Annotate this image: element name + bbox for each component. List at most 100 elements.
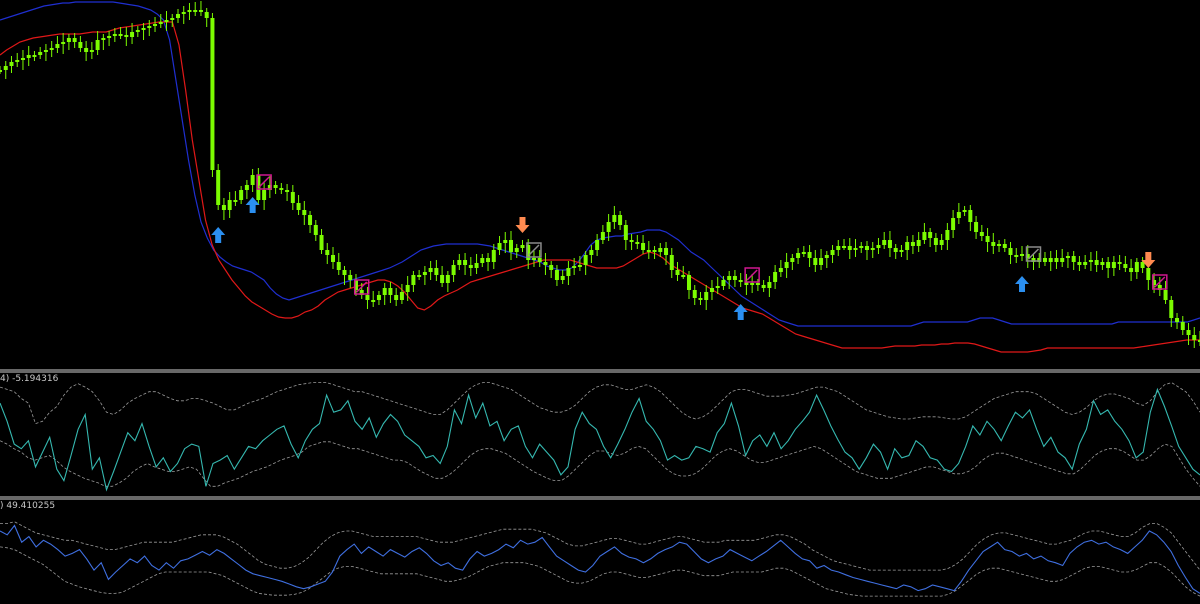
candle-body	[991, 242, 996, 246]
candle-body	[336, 262, 341, 270]
candle-body	[1129, 268, 1134, 272]
candle-body	[939, 240, 944, 245]
candle-body	[658, 248, 663, 252]
candle-body	[767, 282, 772, 288]
candle-body	[543, 262, 548, 265]
candle-body	[1180, 322, 1185, 330]
candle-body	[951, 218, 956, 230]
candle-body	[595, 240, 600, 250]
candle-body	[692, 290, 697, 298]
candle-body	[922, 232, 927, 240]
candle-body	[1054, 258, 1059, 262]
candle-body	[974, 222, 979, 232]
candle-body	[623, 225, 628, 240]
candle-body	[681, 275, 686, 277]
candle-body	[302, 210, 307, 215]
candle-body	[95, 40, 100, 50]
candle-body	[417, 275, 422, 277]
candle-body	[193, 10, 198, 12]
candle-body	[933, 238, 938, 245]
candle-body	[1117, 262, 1122, 264]
candle-body	[870, 248, 875, 250]
candle-body	[606, 222, 611, 232]
candle-body	[583, 255, 588, 265]
candle-body	[796, 253, 801, 258]
candle-body	[669, 255, 674, 270]
candle-body	[887, 240, 892, 248]
candle-body	[882, 240, 887, 245]
candle-body	[997, 244, 1002, 246]
candle-body	[784, 262, 789, 268]
candle-body	[577, 265, 582, 267]
candle-body	[847, 246, 852, 250]
candle-body	[864, 246, 869, 250]
candle-body	[331, 255, 336, 262]
candle-body	[738, 280, 743, 282]
candle-body	[153, 24, 158, 26]
candle-body	[1065, 256, 1070, 258]
candle-body	[503, 240, 508, 243]
candle-body	[468, 265, 473, 268]
candle-body	[285, 190, 290, 192]
candle-body	[1088, 260, 1093, 262]
candle-body	[221, 205, 226, 210]
candle-body	[382, 288, 387, 295]
candle-body	[187, 10, 192, 12]
candle-body	[244, 185, 249, 190]
candle-body	[457, 260, 462, 265]
candle-body	[899, 250, 904, 252]
candle-body	[78, 42, 83, 48]
candle-body	[1083, 262, 1088, 265]
candle-body	[910, 242, 915, 246]
candle-body	[750, 283, 755, 285]
oscillator-1-readout: 4) -5.194316	[0, 374, 59, 384]
candle-body	[365, 295, 370, 300]
candle-body	[985, 236, 990, 242]
candle-body	[118, 34, 123, 36]
candle-body	[1014, 255, 1019, 257]
candle-body	[411, 275, 416, 285]
candle-body	[388, 288, 393, 295]
candle-body	[497, 243, 502, 250]
candle-body	[279, 188, 284, 190]
candle-body	[32, 55, 37, 57]
candle-body	[319, 235, 324, 250]
candle-body	[859, 246, 864, 248]
candle-body	[928, 232, 933, 238]
candle-body	[979, 232, 984, 236]
candle-body	[1071, 256, 1076, 262]
candle-body	[1008, 248, 1013, 255]
candle-body	[474, 263, 479, 268]
candle-body	[480, 258, 485, 263]
candle-body	[72, 38, 77, 42]
candle-body	[1042, 258, 1047, 262]
candle-body	[572, 266, 577, 268]
candle-body	[55, 44, 60, 48]
candle-body	[20, 58, 25, 60]
candle-body	[49, 48, 54, 50]
candle-body	[463, 260, 468, 265]
candle-body	[164, 20, 169, 22]
candle-body	[732, 276, 737, 280]
candle-body	[698, 298, 703, 300]
candle-body	[434, 268, 439, 275]
candle-body	[1077, 262, 1082, 265]
candle-body	[422, 272, 427, 275]
candle-body	[227, 200, 232, 210]
candle-body	[893, 248, 898, 252]
candle-body	[686, 275, 691, 290]
candle-body	[1192, 335, 1197, 340]
candle-body	[216, 170, 221, 205]
candle-body	[84, 48, 89, 52]
candle-body	[308, 215, 313, 225]
candle-body	[945, 230, 950, 240]
candle-body	[520, 245, 525, 248]
candle-body	[250, 175, 255, 185]
candle-body	[807, 252, 812, 258]
candle-body	[66, 38, 71, 42]
candle-body	[26, 55, 31, 58]
candle-body	[842, 246, 847, 248]
candle-body	[210, 18, 215, 170]
candle-body	[198, 10, 203, 12]
candle-body	[15, 60, 20, 62]
